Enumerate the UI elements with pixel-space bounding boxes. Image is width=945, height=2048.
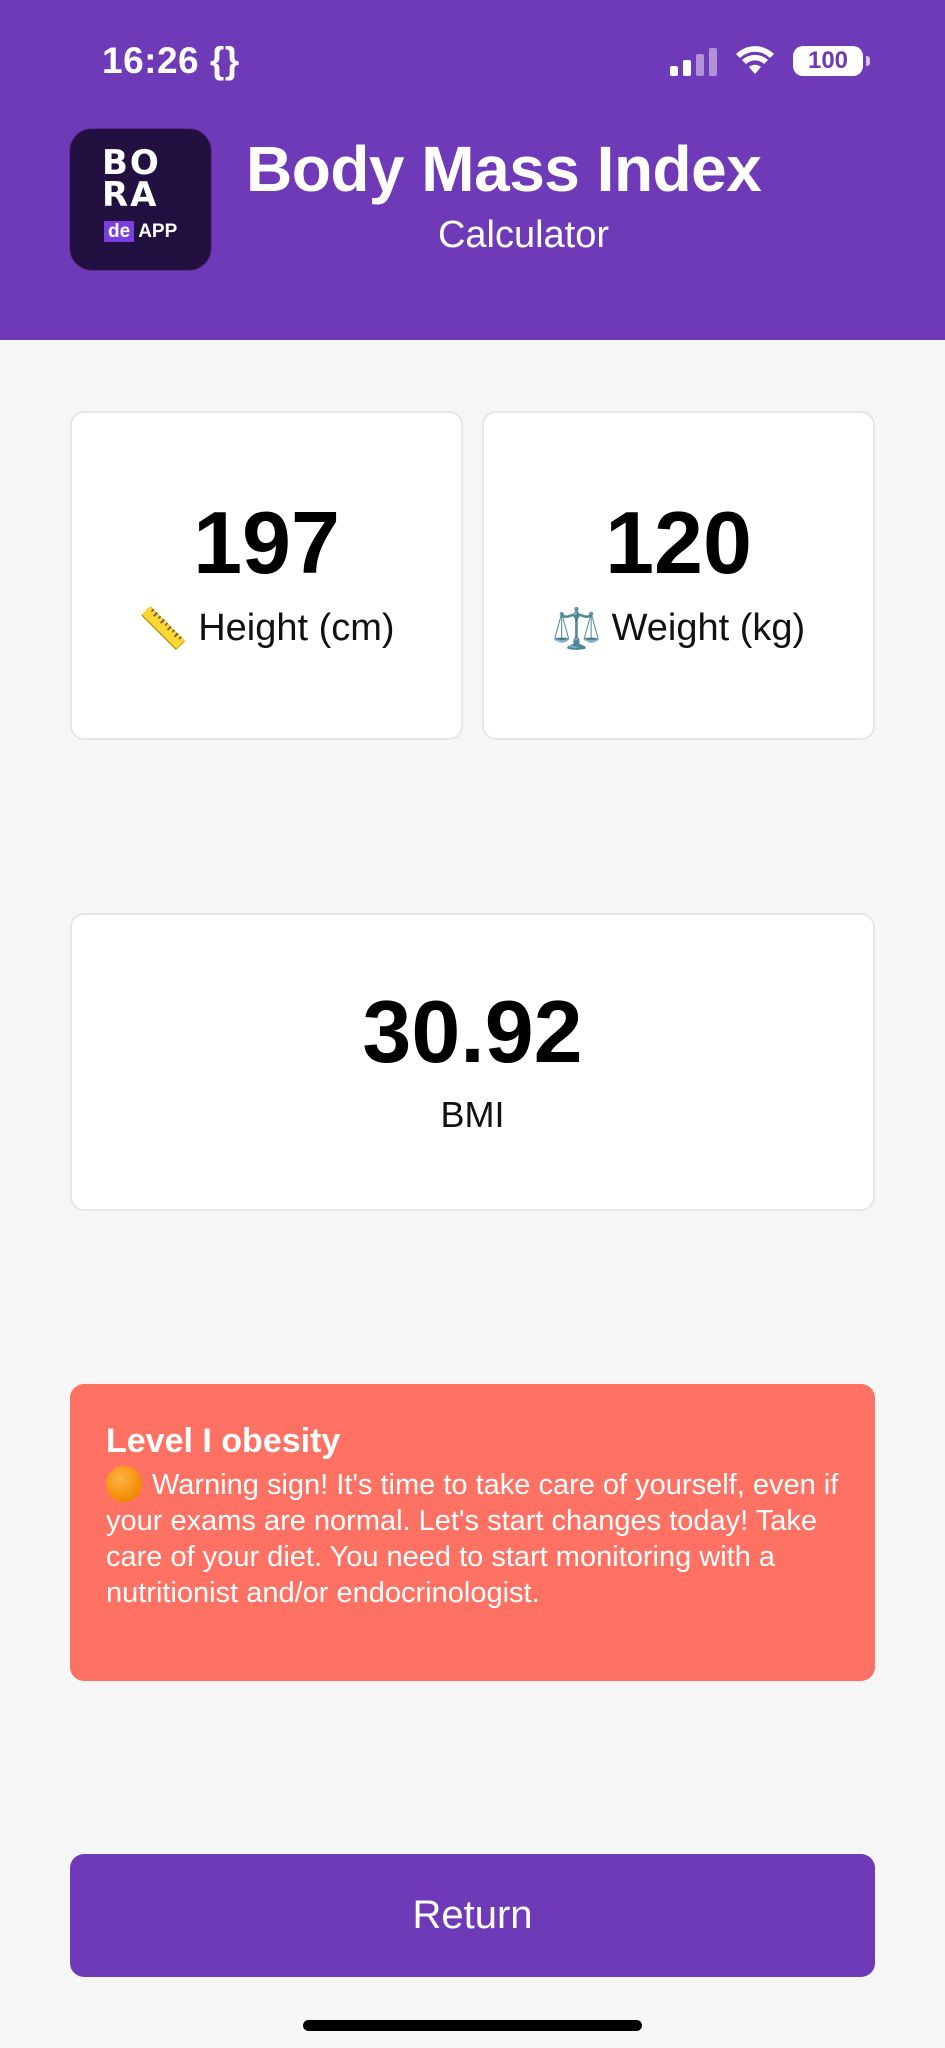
weight-label-row: ⚖️ Weight (kg) — [552, 605, 805, 652]
page-subtitle: Calculator — [437, 214, 610, 256]
app-header: 16:26 {} 100 BO RA de APP Body Mass Index… — [0, 0, 945, 340]
signal-icon — [670, 46, 717, 76]
weight-label: Weight (kg) — [611, 607, 806, 649]
weight-value: 120 — [605, 493, 752, 592]
bmi-label: BMI — [440, 1094, 505, 1135]
alert-message-wrap: Warning sign! It's time to take care of … — [106, 1466, 839, 1611]
orange-circle-icon — [106, 1466, 142, 1503]
logo-text: BO RA — [102, 146, 161, 215]
app-logo: BO RA de APP — [70, 129, 211, 270]
alert-message: Warning sign! It's time to take care of … — [106, 1469, 839, 1609]
home-indicator — [303, 2020, 642, 2031]
height-card: 197 📏 Height (cm) — [70, 411, 463, 740]
logo-app: APP — [138, 221, 178, 242]
weight-card: 120 ⚖️ Weight (kg) — [482, 411, 875, 740]
logo-subtext: de APP — [104, 221, 177, 243]
bmi-result-card: 30.92 BMI — [70, 913, 875, 1211]
return-button[interactable]: Return — [70, 1854, 875, 1977]
page-title: Body Mass Index — [246, 133, 762, 205]
height-value: 197 — [193, 493, 340, 592]
alert-title: Level I obesity — [106, 1422, 341, 1460]
bmi-category-alert: Level I obesity Warning sign! It's time … — [70, 1384, 875, 1681]
logo-line-2: RA — [102, 175, 159, 215]
status-icons: 100 — [670, 46, 870, 76]
height-label: Height (cm) — [198, 607, 395, 649]
wifi-icon — [736, 46, 774, 74]
alert-body: Warning sign! It's time to take care of … — [106, 1466, 839, 1611]
bmi-value: 30.92 — [362, 982, 583, 1081]
scale-icon: ⚖️ — [551, 606, 602, 652]
status-time: 16:26 {} — [102, 40, 240, 81]
height-label-row: 📏 Height (cm) — [138, 605, 394, 652]
ruler-icon: 📏 — [138, 606, 189, 652]
logo-de: de — [104, 221, 135, 242]
battery-icon: 100 — [793, 46, 870, 76]
